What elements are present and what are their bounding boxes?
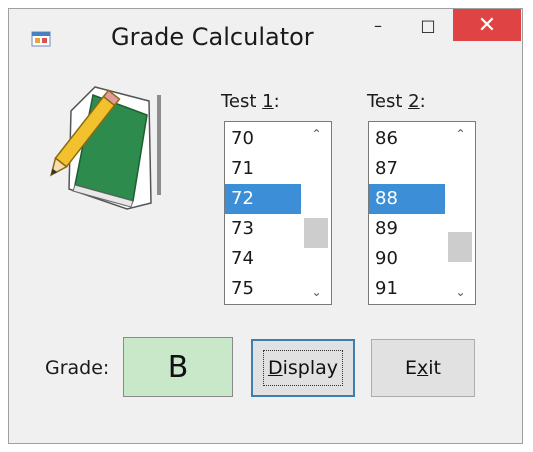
list-item[interactable]: 86 — [369, 124, 445, 154]
display-button-label: Display — [262, 350, 344, 386]
test2-scrollbar[interactable]: ⌃ ⌄ — [446, 122, 475, 304]
close-button[interactable]: ✕ — [453, 9, 521, 41]
list-item[interactable]: 72 — [225, 184, 301, 214]
list-item[interactable]: 75 — [225, 274, 301, 304]
list-item[interactable]: 70 — [225, 124, 301, 154]
list-item[interactable]: 74 — [225, 244, 301, 274]
exit-button[interactable]: Exit — [371, 339, 475, 397]
test2-listbox[interactable]: 86 87 88 89 90 91 ⌃ ⌄ — [368, 121, 476, 305]
list-item[interactable]: 90 — [369, 244, 445, 274]
scroll-thumb[interactable] — [448, 232, 472, 262]
close-icon: ✕ — [477, 12, 497, 38]
display-button[interactable]: Display — [251, 339, 355, 397]
scroll-thumb[interactable] — [304, 218, 328, 248]
maximize-icon: □ — [420, 15, 436, 35]
list-item[interactable]: 89 — [369, 214, 445, 244]
book-pencil-icon — [49, 86, 161, 210]
exit-button-label: Exit — [405, 357, 441, 379]
scroll-down-icon[interactable]: ⌄ — [446, 280, 475, 304]
minimize-icon: – — [374, 15, 382, 35]
list-item[interactable]: 88 — [369, 184, 445, 214]
scroll-down-icon[interactable]: ⌄ — [302, 280, 331, 304]
grade-label: Grade: — [45, 357, 110, 379]
grade-output: B — [123, 337, 233, 397]
test1-listbox[interactable]: 70 71 72 73 74 75 ⌃ ⌄ — [224, 121, 332, 305]
minimize-button[interactable]: – — [355, 9, 401, 41]
test1-label: Test 1: — [221, 91, 280, 112]
scroll-up-icon[interactable]: ⌃ — [302, 122, 331, 146]
form-icon[interactable] — [31, 29, 51, 49]
list-item[interactable]: 87 — [369, 154, 445, 184]
window-title: Grade Calculator — [111, 23, 314, 51]
maximize-button[interactable]: □ — [405, 9, 451, 41]
grade-calculator-window: Grade Calculator – □ ✕ Test 1: Test 2: 7… — [8, 8, 523, 444]
list-item[interactable]: 91 — [369, 274, 445, 304]
test1-scrollbar[interactable]: ⌃ ⌄ — [302, 122, 331, 304]
list-item[interactable]: 73 — [225, 214, 301, 244]
list-item[interactable]: 71 — [225, 154, 301, 184]
test2-label: Test 2: — [367, 91, 426, 112]
scroll-up-icon[interactable]: ⌃ — [446, 122, 475, 146]
title-bar[interactable]: Grade Calculator – □ ✕ — [9, 9, 522, 69]
